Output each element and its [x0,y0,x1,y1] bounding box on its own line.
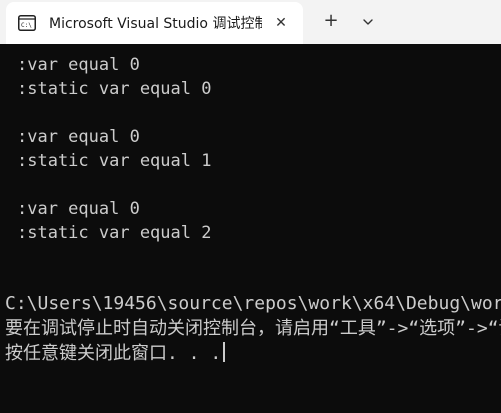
console-prompt-text: 按任意键关闭此窗口. . . [5,343,222,364]
text-cursor [223,342,226,362]
console-line: :static var equal 1 [17,151,212,171]
console-line: :var equal 0 [17,127,140,147]
console-prompt-line: 按任意键关闭此窗口. . . [5,342,226,366]
svg-text:C:\: C:\ [21,22,32,29]
console-line: :static var equal 0 [17,79,212,99]
chevron-down-icon[interactable] [359,13,377,31]
console-line: :static var equal 2 [17,223,212,243]
console-line: :var equal 0 [17,199,140,219]
tab-console[interactable]: C:\ Microsoft Visual Studio 调试控制台 ✕ [6,2,303,44]
console-output[interactable]: :var equal 0 :static var equal 0 :var eq… [0,44,501,413]
tab-title: Microsoft Visual Studio 调试控制台 [49,16,262,32]
title-bar: C:\ Microsoft Visual Studio 调试控制台 ✕ + [0,0,501,44]
console-app-icon: C:\ [18,15,36,31]
console-line: 要在调试停止时自动关闭控制台，请启用“工具”->“选项”->“调试”->“调试停… [5,318,501,339]
console-line: :var equal 0 [17,55,140,75]
close-icon[interactable]: ✕ [272,14,290,32]
terminal-window: C:\ Microsoft Visual Studio 调试控制台 ✕ + :v… [0,0,501,413]
new-tab-button[interactable]: + [322,12,340,30]
console-line: C:\Users\19456\source\repos\work\x64\Deb… [5,293,501,314]
